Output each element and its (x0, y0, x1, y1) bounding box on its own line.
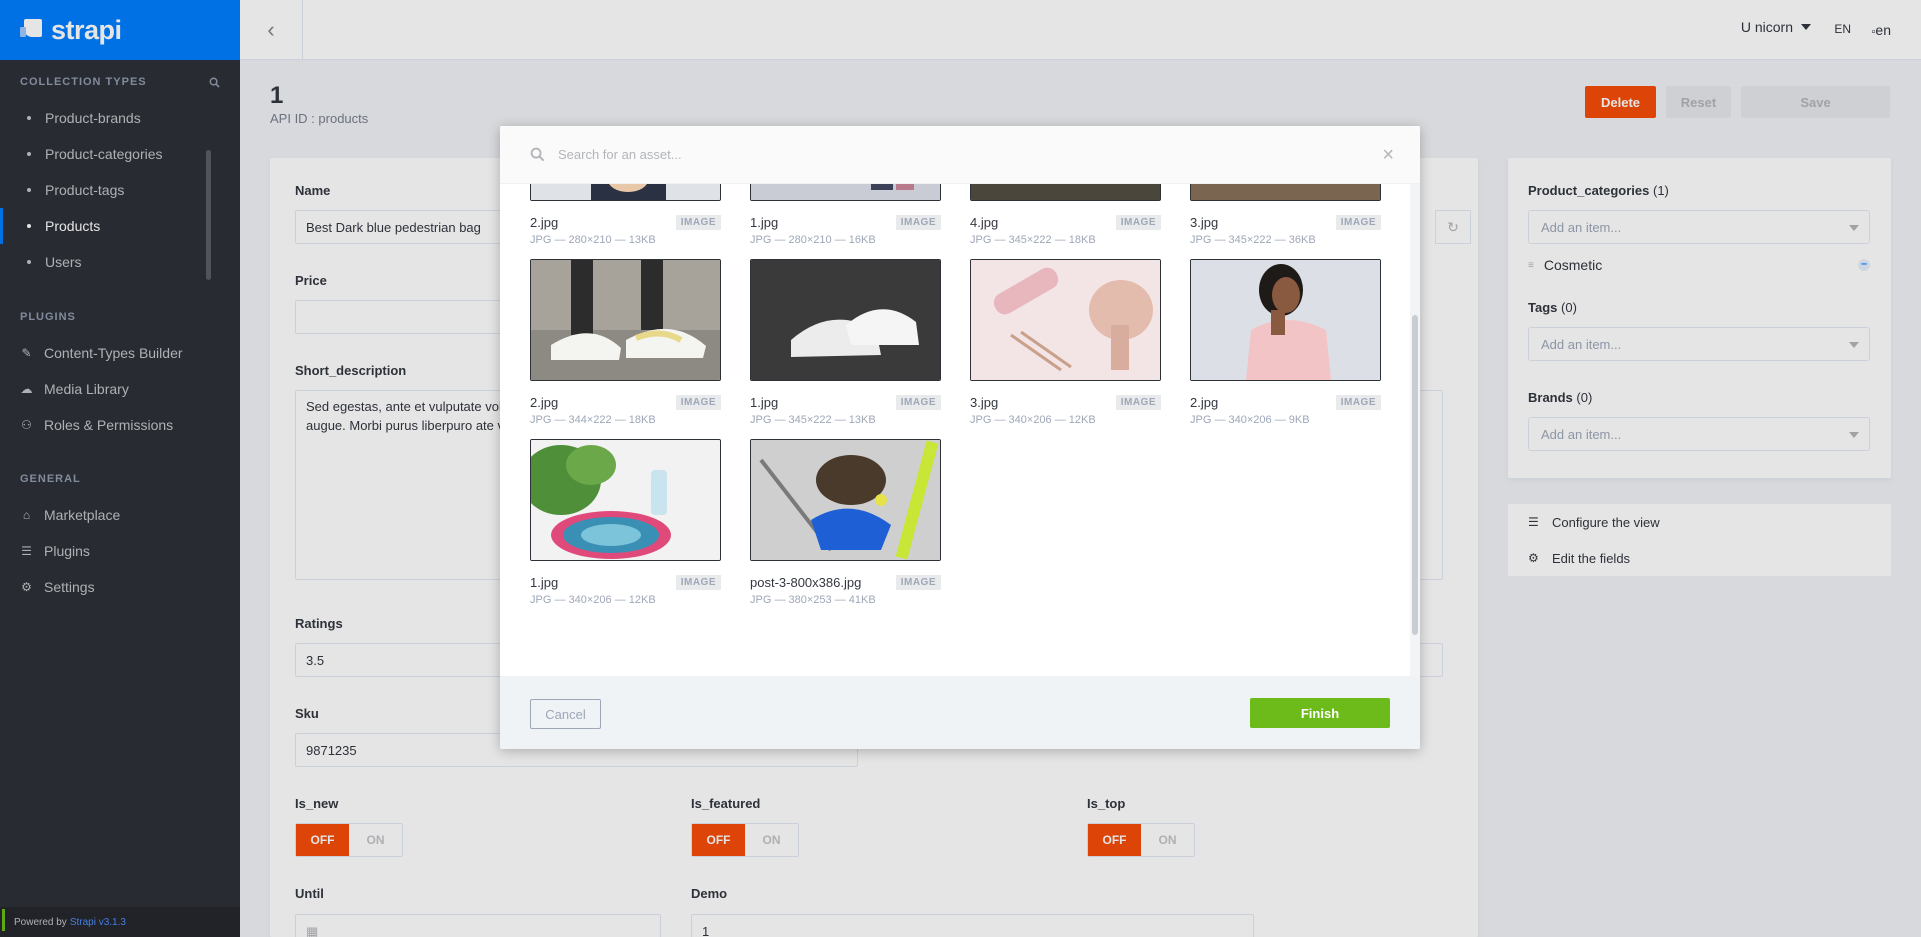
asset-type-badge: IMAGE (895, 215, 941, 230)
photo-person-backpack-image (531, 184, 720, 200)
photo-white-sneakers-image (531, 260, 720, 380)
asset-card[interactable]: 4.jpg IMAGE JPG — 345×222 — 18KB (970, 184, 1161, 246)
photo-boots-red-laces-image (1191, 184, 1380, 200)
cancel-button[interactable]: Cancel (530, 699, 601, 729)
asset-type-badge: IMAGE (895, 395, 941, 410)
close-icon[interactable]: × (1382, 145, 1394, 165)
modal-footer: Cancel Finish (500, 676, 1420, 749)
asset-type-badge: IMAGE (675, 395, 721, 410)
asset-thumbnail[interactable] (1190, 184, 1381, 201)
scrollbar-thumb[interactable] (1412, 315, 1418, 635)
asset-thumbnail[interactable] (530, 439, 721, 561)
photo-woman-portrait-image (1191, 260, 1380, 380)
photo-neon-shoe-image (971, 184, 1160, 200)
asset-meta: JPG — 344×222 — 18KB (530, 414, 656, 426)
asset-picker-modal: × 2.jpg IMAGE JPG — 280×210 — 13KB 1.jpg IM… (500, 126, 1420, 749)
photo-shopping-street-image (751, 184, 940, 200)
asset-thumbnail[interactable] (530, 259, 721, 381)
asset-name: 1.jpg (750, 215, 779, 230)
asset-type-badge: IMAGE (675, 215, 721, 230)
asset-name: 2.jpg (1190, 395, 1219, 410)
asset-card[interactable]: 3.jpg IMAGE JPG — 345×222 — 36KB (1190, 184, 1381, 246)
asset-thumbnail[interactable] (970, 259, 1161, 381)
asset-thumbnail[interactable] (750, 259, 941, 381)
asset-card[interactable]: 2.jpg IMAGE JPG — 344×222 — 18KB (530, 259, 721, 426)
asset-card[interactable]: 1.jpg IMAGE JPG — 345×222 — 13KB (750, 259, 941, 426)
finish-button[interactable]: Finish (1250, 698, 1390, 728)
asset-meta: JPG — 345×222 — 18KB (970, 234, 1096, 246)
asset-name: 2.jpg (530, 215, 559, 230)
asset-name: 3.jpg (970, 395, 999, 410)
asset-card[interactable]: 1.jpg IMAGE JPG — 340×206 — 12KB (530, 439, 721, 606)
asset-grid: 2.jpg IMAGE JPG — 280×210 — 13KB 1.jpg IMAG… (500, 184, 1420, 676)
asset-name: 2.jpg (530, 395, 559, 410)
asset-type-badge: IMAGE (1115, 215, 1161, 230)
asset-thumbnail[interactable] (750, 184, 941, 201)
asset-card[interactable]: 1.jpg IMAGE JPG — 280×210 — 16KB (750, 184, 941, 246)
asset-thumbnail[interactable] (750, 439, 941, 561)
asset-name: post-3-800x386.jpg (750, 575, 862, 590)
photo-ski-gear-image (751, 440, 940, 560)
search-icon (530, 147, 545, 162)
asset-meta: JPG — 345×222 — 13KB (750, 414, 876, 426)
asset-type-badge: IMAGE (895, 575, 941, 590)
photo-yoga-mat-plant-image (531, 440, 720, 560)
asset-meta: JPG — 340×206 — 12KB (530, 594, 656, 606)
asset-type-badge: IMAGE (675, 575, 721, 590)
asset-type-badge: IMAGE (1115, 395, 1161, 410)
asset-name: 1.jpg (750, 395, 779, 410)
asset-card[interactable]: 2.jpg IMAGE JPG — 280×210 — 13KB (530, 184, 721, 246)
asset-meta: JPG — 340×206 — 12KB (970, 414, 1096, 426)
asset-type-badge: IMAGE (1335, 215, 1381, 230)
photo-white-shoes-dark-image (751, 260, 940, 380)
asset-thumbnail[interactable] (1190, 259, 1381, 381)
asset-meta: JPG — 340×206 — 9KB (1190, 414, 1310, 426)
asset-thumbnail[interactable] (530, 184, 721, 201)
asset-search-bar (500, 126, 1420, 184)
asset-thumbnail[interactable] (970, 184, 1161, 201)
asset-card[interactable]: 2.jpg IMAGE JPG — 340×206 — 9KB (1190, 259, 1381, 426)
asset-name: 3.jpg (1190, 215, 1219, 230)
photo-hairdryer-brush-image (971, 260, 1160, 380)
asset-type-badge: IMAGE (1335, 395, 1381, 410)
asset-name: 1.jpg (530, 575, 559, 590)
asset-meta: JPG — 280×210 — 16KB (750, 234, 876, 246)
asset-meta: JPG — 380×253 — 41KB (750, 594, 876, 606)
asset-card[interactable]: post-3-800x386.jpg IMAGE JPG — 380×253 — 4… (750, 439, 941, 606)
asset-search-input[interactable] (558, 147, 1318, 162)
asset-meta: JPG — 280×210 — 13KB (530, 234, 656, 246)
asset-card[interactable]: 3.jpg IMAGE JPG — 340×206 — 12KB (970, 259, 1161, 426)
asset-name: 4.jpg (970, 215, 999, 230)
asset-meta: JPG — 345×222 — 36KB (1190, 234, 1316, 246)
